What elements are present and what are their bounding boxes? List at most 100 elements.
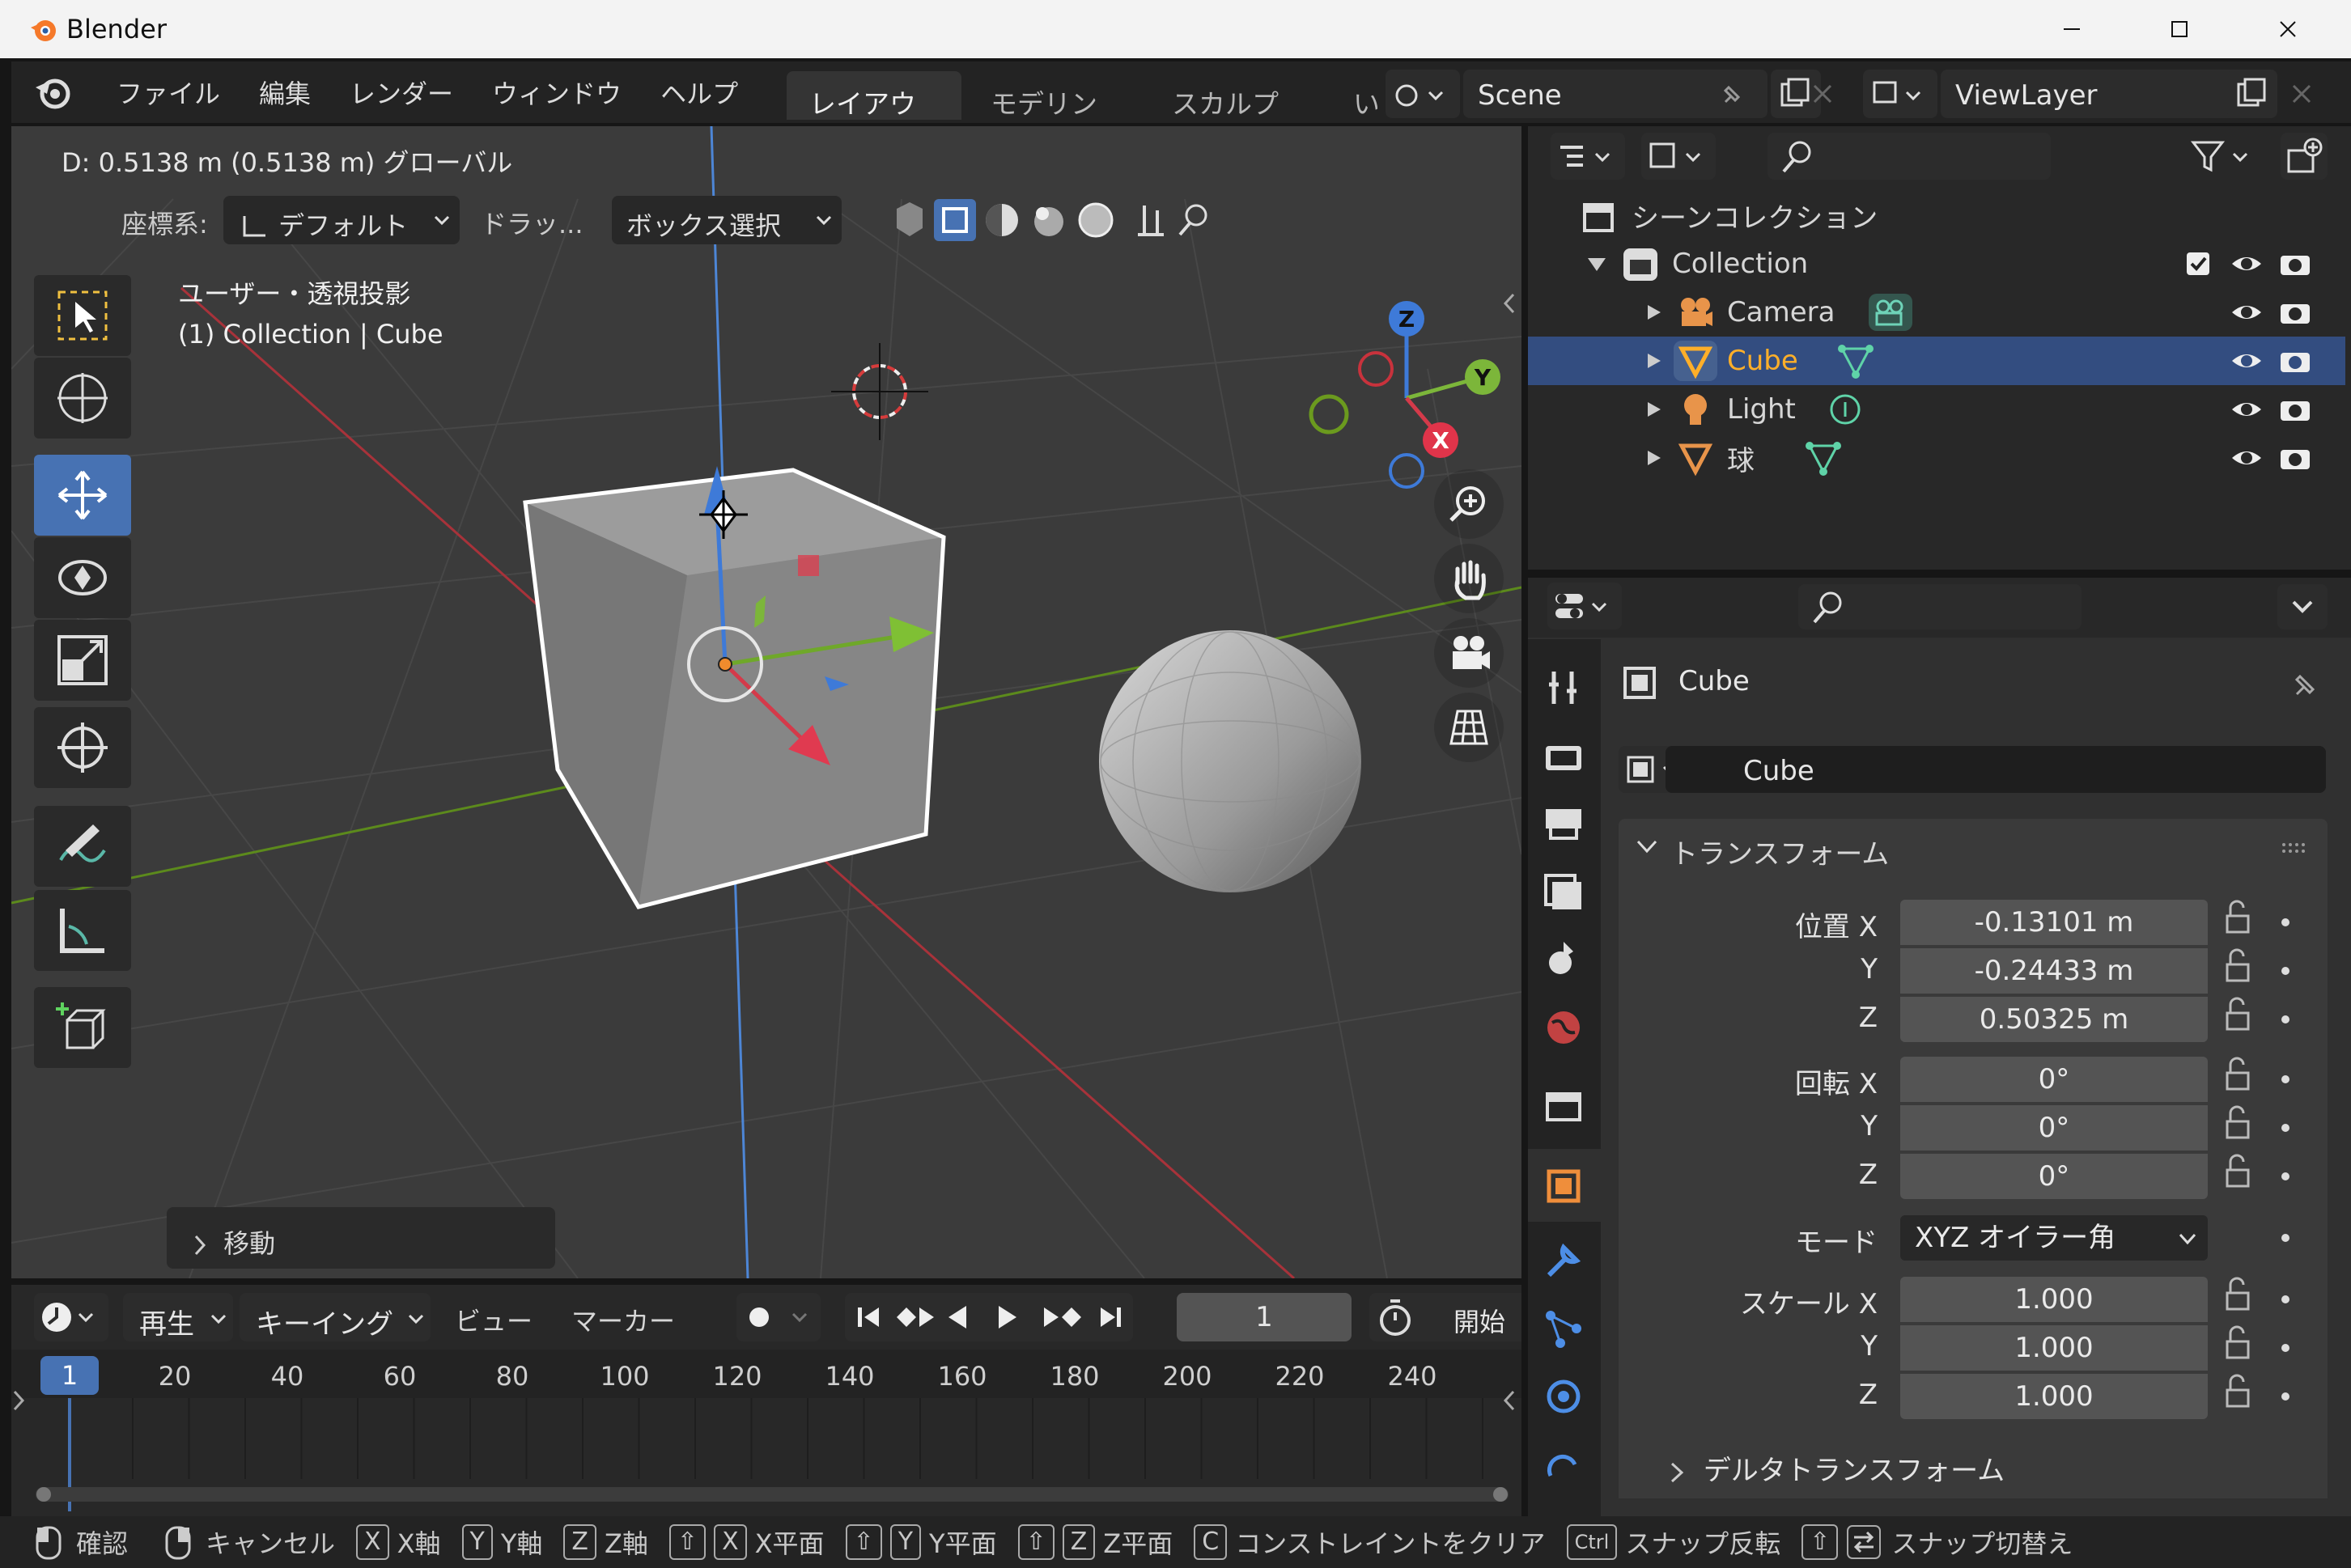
render-camera-icon[interactable] (2277, 395, 2313, 424)
eye-icon[interactable] (2229, 443, 2264, 473)
render-camera-icon[interactable] (2277, 346, 2313, 375)
outliner-collection-row[interactable]: Collection (1528, 239, 2345, 288)
rotate-tool[interactable] (34, 537, 131, 618)
outliner-scene-collection[interactable]: シーンコレクション (1528, 191, 2345, 239)
timeline-view-menu[interactable]: ビュー (455, 1301, 533, 1338)
properties-options-button[interactable] (2277, 584, 2328, 629)
collection-tab-icon[interactable] (1539, 1081, 1588, 1129)
cursor-tool[interactable] (34, 358, 131, 439)
location-x-field[interactable]: -0.13101 m (1900, 900, 2208, 945)
menu-window[interactable]: ウィンドウ (492, 74, 622, 111)
view-layer-name-field[interactable]: ViewLayer (1941, 70, 2243, 118)
delete-scene-button[interactable] (1798, 70, 1847, 118)
scene-name-field[interactable]: Scene (1463, 70, 1767, 118)
scale-y-field[interactable]: 1.000 (1900, 1325, 2208, 1371)
scene-selector-button[interactable] (1386, 70, 1460, 118)
particles-tab-icon[interactable] (1539, 1304, 1588, 1353)
perspective-toggle-button[interactable] (1434, 693, 1504, 762)
render-camera-icon[interactable] (2277, 443, 2313, 473)
eye-icon[interactable] (2229, 395, 2264, 424)
scale-x-field[interactable]: 1.000 (1900, 1277, 2208, 1322)
new-collection-button[interactable] (2281, 133, 2328, 180)
disclosure-right-icon[interactable] (1643, 447, 1664, 468)
disclosure-right-icon[interactable] (1643, 350, 1664, 371)
tab-more[interactable]: い (1330, 71, 1377, 120)
physics-tab-icon[interactable] (1539, 1372, 1588, 1421)
add-cube-tool[interactable] (34, 987, 131, 1068)
outliner-display-mode-button[interactable] (1551, 133, 1625, 180)
delta-transform-panel[interactable]: デルタトランスフォーム (1667, 1448, 2005, 1488)
outliner-item-light[interactable]: Light (1528, 385, 2345, 434)
zoom-button[interactable] (1434, 469, 1504, 539)
move-tool[interactable] (34, 455, 131, 536)
coord-system-dropdown[interactable]: デフォルト (223, 196, 460, 244)
new-view-layer-button[interactable] (2227, 70, 2277, 118)
world-tab-icon[interactable] (1539, 1003, 1588, 1052)
measure-tool[interactable] (34, 890, 131, 971)
render-tab-icon[interactable] (1539, 731, 1588, 780)
current-frame-field[interactable]: 1 (1177, 1293, 1352, 1341)
scene-tab-icon[interactable] (1539, 935, 1588, 984)
eye-icon[interactable] (2229, 346, 2264, 375)
disclosure-down-icon[interactable] (1585, 252, 1609, 276)
constraints-tab-icon[interactable] (1539, 1440, 1588, 1489)
blender-menu-icon[interactable] (31, 70, 76, 115)
scale-z-field[interactable]: 1.000 (1900, 1374, 2208, 1419)
render-camera-icon[interactable] (2277, 298, 2313, 327)
chevron-right-icon[interactable] (11, 1388, 28, 1413)
select-mode-dropdown[interactable]: ボックス選択 (612, 196, 842, 244)
keying-menu[interactable]: キーイング (240, 1293, 431, 1341)
pin-icon[interactable] (2287, 667, 2323, 702)
disclosure-right-icon[interactable] (1643, 399, 1664, 420)
rotation-y-field[interactable]: 0° (1900, 1105, 2208, 1151)
minimize-button[interactable] (2019, 0, 2124, 58)
annotate-tool[interactable] (34, 806, 131, 887)
outliner-item-camera[interactable]: Camera (1528, 288, 2345, 337)
last-operator-panel[interactable]: 移動 (167, 1207, 555, 1269)
menu-edit[interactable]: 編集 (259, 74, 311, 111)
drag-handle-icon[interactable] (2279, 840, 2311, 856)
menu-render[interactable]: レンダー (350, 74, 453, 111)
render-camera-icon[interactable] (2277, 249, 2313, 278)
output-tab-icon[interactable] (1539, 798, 1588, 846)
rotation-mode-dropdown[interactable]: XYZ オイラー角 (1900, 1215, 2208, 1261)
search-icon[interactable] (1175, 201, 1214, 239)
pan-button[interactable] (1434, 544, 1504, 613)
view-layer-tab-icon[interactable] (1539, 866, 1588, 914)
location-y-field[interactable]: -0.24433 m (1900, 948, 2208, 994)
navigation-gizmo[interactable]: Z Y X (1290, 280, 1500, 490)
tab-sculpt[interactable]: スカルプト (1149, 71, 1327, 159)
tab-modeling[interactable]: モデリング (968, 71, 1146, 159)
rotation-z-field[interactable]: 0° (1900, 1154, 2208, 1199)
outliner-item-cube[interactable]: Cube (1528, 337, 2345, 385)
timeline-editor-type-button[interactable] (34, 1293, 108, 1341)
eye-icon[interactable] (2229, 298, 2264, 327)
outliner-filter-button[interactable] (2183, 133, 2260, 180)
auto-keying-button[interactable] (736, 1293, 821, 1341)
transform-tool[interactable] (34, 707, 131, 788)
transform-panel-header[interactable]: トランスフォーム (1619, 819, 2328, 875)
modifier-tab-icon[interactable] (1539, 1236, 1588, 1285)
menu-help[interactable]: ヘルプ (660, 74, 738, 111)
outliner-search-input[interactable] (1767, 133, 2051, 180)
maximize-button[interactable] (2127, 0, 2232, 58)
tool-tab-icon[interactable] (1539, 663, 1588, 712)
playback-icons[interactable] (845, 1293, 1133, 1341)
scale-tool[interactable] (34, 620, 131, 701)
object-name-field[interactable]: Cube (1666, 746, 2326, 793)
playback-menu[interactable]: 再生 (123, 1293, 233, 1341)
delete-view-layer-button[interactable] (2277, 70, 2326, 118)
outliner-view-filter-button[interactable] (1641, 133, 1716, 180)
properties-search-input[interactable] (1798, 584, 2082, 629)
menu-file[interactable]: ファイル (117, 74, 220, 111)
outliner-item-sphere[interactable]: 球 (1528, 434, 2345, 482)
view-layer-selector-button[interactable] (1863, 70, 1937, 118)
pin-icon[interactable] (1717, 79, 1746, 108)
close-button[interactable] (2235, 0, 2340, 58)
checkbox-icon[interactable] (2183, 249, 2213, 278)
playhead-frame[interactable]: 1 (40, 1356, 99, 1395)
select-box-tool[interactable] (34, 275, 131, 356)
editor-type-button[interactable] (1547, 583, 1622, 629)
disclosure-right-icon[interactable] (1643, 302, 1664, 323)
eye-icon[interactable] (2229, 249, 2264, 278)
